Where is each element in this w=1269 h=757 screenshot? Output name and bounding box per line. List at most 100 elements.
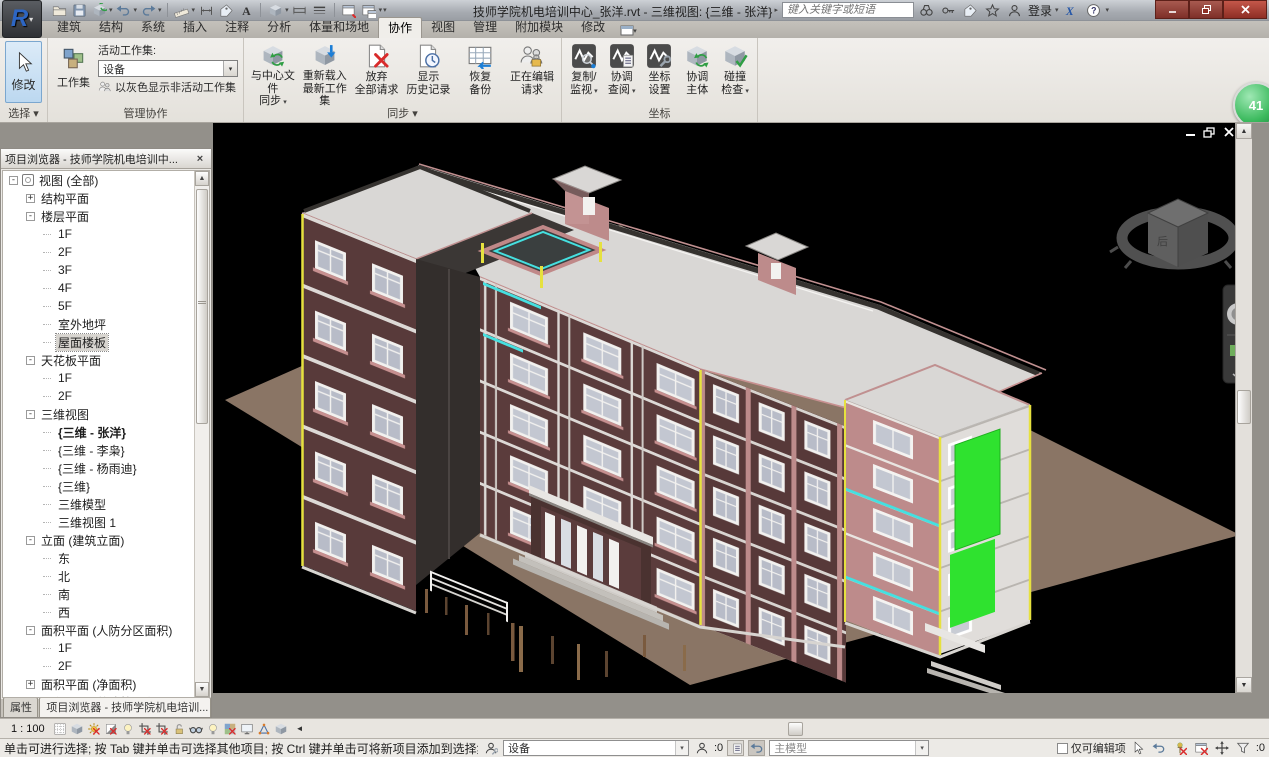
- tree-item-8[interactable]: 室外地坪: [3, 315, 209, 333]
- tree-item-2[interactable]: -楼层平面: [3, 207, 209, 225]
- project-browser-title-bar[interactable]: 项目浏览器 - 技师学院机电培训中... ×: [1, 149, 211, 169]
- tree-item-20[interactable]: -立面 (建筑立面): [3, 531, 209, 549]
- unlocked-3d-view-icon[interactable]: [171, 721, 188, 737]
- worksets-button[interactable]: 工作集: [53, 41, 94, 108]
- restore-button[interactable]: [1189, 0, 1223, 19]
- tree-item-26[interactable]: 1F: [3, 639, 209, 657]
- close-button[interactable]: [1223, 0, 1267, 19]
- reload-latest-button[interactable]: 重新载入最新工作集: [301, 41, 349, 108]
- project-browser-tab[interactable]: 项目浏览器 - 技师学院机电培训...: [39, 697, 211, 717]
- tree-item-0[interactable]: -视图 (全部): [3, 171, 209, 189]
- tree-item-12[interactable]: 2F: [3, 387, 209, 405]
- tree-item-23[interactable]: 南: [3, 585, 209, 603]
- expand-icon[interactable]: +: [26, 680, 35, 689]
- select-pinned-disabled-icon[interactable]: [1172, 740, 1189, 756]
- shadows-off-icon[interactable]: [103, 721, 120, 737]
- analytical-model-icon[interactable]: [256, 721, 273, 737]
- tree-item-13[interactable]: -三维视图: [3, 405, 209, 423]
- select-underlay-disabled-icon[interactable]: [1193, 740, 1210, 756]
- tree-item-3[interactable]: 1F: [3, 225, 209, 243]
- temporary-view-properties-icon[interactable]: [239, 721, 256, 737]
- tree-item-6[interactable]: 4F: [3, 279, 209, 297]
- tree-item-28[interactable]: +面积平面 (净面积): [3, 675, 209, 693]
- restore-backup-button[interactable]: 恢复备份: [456, 41, 504, 108]
- rendering-dialog-icon[interactable]: [120, 721, 137, 737]
- coordination-review-button[interactable]: 协调查阅 ▾: [605, 41, 639, 108]
- expand-icon[interactable]: +: [26, 194, 35, 203]
- communication-center-badge[interactable]: 41: [1233, 82, 1269, 123]
- ribbon-tab-2[interactable]: 系统: [132, 17, 174, 38]
- show-history-button[interactable]: 显示历史记录: [404, 41, 452, 108]
- panel-display-toggle-icon[interactable]: ▾: [620, 25, 637, 38]
- synchronize-panel-label[interactable]: 同步 ▾: [244, 105, 561, 121]
- hscrollbar-thumb[interactable]: [788, 722, 803, 736]
- tree-item-27[interactable]: 2F: [3, 657, 209, 675]
- tree-item-22[interactable]: 北: [3, 567, 209, 585]
- sync-with-central-button[interactable]: 与中心文件同步 ▾: [249, 41, 297, 108]
- collapse-icon[interactable]: -: [26, 212, 35, 221]
- tree-item-21[interactable]: 东: [3, 549, 209, 567]
- sign-in-icon[interactable]: [1006, 1, 1024, 19]
- help-icon[interactable]: [1084, 1, 1102, 19]
- ribbon-tab-10[interactable]: 附加模块: [506, 17, 572, 38]
- design-option-dropdown[interactable]: 主模型 ▾: [769, 740, 929, 756]
- modify-button[interactable]: 修改: [5, 41, 42, 103]
- sun-path-off-icon[interactable]: [86, 721, 103, 737]
- tree-item-18[interactable]: 三维模型: [3, 495, 209, 513]
- close-icon[interactable]: ×: [193, 153, 207, 165]
- tree-item-10[interactable]: -天花板平面: [3, 351, 209, 369]
- search-icon[interactable]: [918, 1, 936, 19]
- crop-region-off-icon[interactable]: [154, 721, 171, 737]
- design-options-icon[interactable]: [727, 740, 744, 756]
- status-workset-dropdown[interactable]: 设备 ▾: [503, 740, 689, 756]
- coordination-host-button[interactable]: 协调主体: [680, 41, 714, 108]
- gray-inactive-worksets-toggle[interactable]: 以灰色显示非活动工作集: [98, 79, 238, 95]
- tree-item-17[interactable]: {三维}: [3, 477, 209, 495]
- drag-on-selection-icon[interactable]: [1214, 740, 1231, 756]
- infocenter-collapse-icon[interactable]: ▸: [774, 6, 778, 14]
- select-panel-label[interactable]: 选择 ▾: [0, 105, 47, 121]
- ribbon-tab-8[interactable]: 视图: [422, 17, 464, 38]
- search-input[interactable]: [782, 2, 914, 18]
- tree-item-1[interactable]: +结构平面: [3, 189, 209, 207]
- detail-level-icon[interactable]: [52, 721, 69, 737]
- ribbon-tab-4[interactable]: 注释: [216, 17, 258, 38]
- filter-icon[interactable]: [1235, 740, 1252, 756]
- hscroll-left-icon[interactable]: ◄: [296, 724, 304, 733]
- select-settings-icon[interactable]: [1130, 740, 1147, 756]
- favorites-icon[interactable]: [984, 1, 1002, 19]
- tree-item-11[interactable]: 1F: [3, 369, 209, 387]
- tree-item-16[interactable]: {三维 - 杨雨迪}: [3, 459, 209, 477]
- relinquish-all-button[interactable]: 放弃全部请求: [353, 41, 401, 108]
- scrollbar-thumb[interactable]: [196, 189, 208, 424]
- tree-item-5[interactable]: 3F: [3, 261, 209, 279]
- editing-requests-button[interactable]: 正在编辑请求: [508, 41, 556, 108]
- active-workset-dropdown[interactable]: 设备 ▾: [98, 60, 238, 77]
- drawing-area[interactable]: 后: [213, 123, 1252, 693]
- properties-tab[interactable]: 属性: [3, 697, 38, 717]
- copy-monitor-button[interactable]: 复制/监视 ▾: [567, 41, 601, 108]
- tree-item-9[interactable]: 屋面楼板: [3, 333, 209, 351]
- tree-item-4[interactable]: 2F: [3, 243, 209, 261]
- ribbon-tab-11[interactable]: 修改: [572, 17, 614, 38]
- tree-item-25[interactable]: -面积平面 (人防分区面积): [3, 621, 209, 639]
- ribbon-tab-6[interactable]: 体量和场地: [300, 17, 378, 38]
- reveal-hidden-icon[interactable]: [205, 721, 222, 737]
- customize-qat-icon[interactable]: ▾: [383, 6, 387, 14]
- interference-check-button[interactable]: 碰撞检查 ▾: [718, 41, 752, 108]
- subscription-center-icon[interactable]: [940, 1, 958, 19]
- tree-item-19[interactable]: 三维视图 1: [3, 513, 209, 531]
- ribbon-tab-9[interactable]: 管理: [464, 17, 506, 38]
- ribbon-tab-0[interactable]: 建筑: [48, 17, 90, 38]
- collapse-icon[interactable]: -: [26, 626, 35, 635]
- expand-icon[interactable]: +: [26, 698, 35, 699]
- select-links-icon[interactable]: [1151, 740, 1168, 756]
- minimize-button[interactable]: [1155, 0, 1189, 19]
- checkbox-icon[interactable]: [1057, 743, 1068, 754]
- worksharing-display-off-icon[interactable]: [222, 721, 239, 737]
- ribbon-tab-1[interactable]: 结构: [90, 17, 132, 38]
- view-scale-button[interactable]: 1 : 100: [4, 722, 52, 736]
- tree-item-14[interactable]: {三维 - 张洋}: [3, 423, 209, 441]
- tree-scrollbar[interactable]: ▲ ▼: [194, 171, 209, 697]
- collapse-icon[interactable]: -: [26, 356, 35, 365]
